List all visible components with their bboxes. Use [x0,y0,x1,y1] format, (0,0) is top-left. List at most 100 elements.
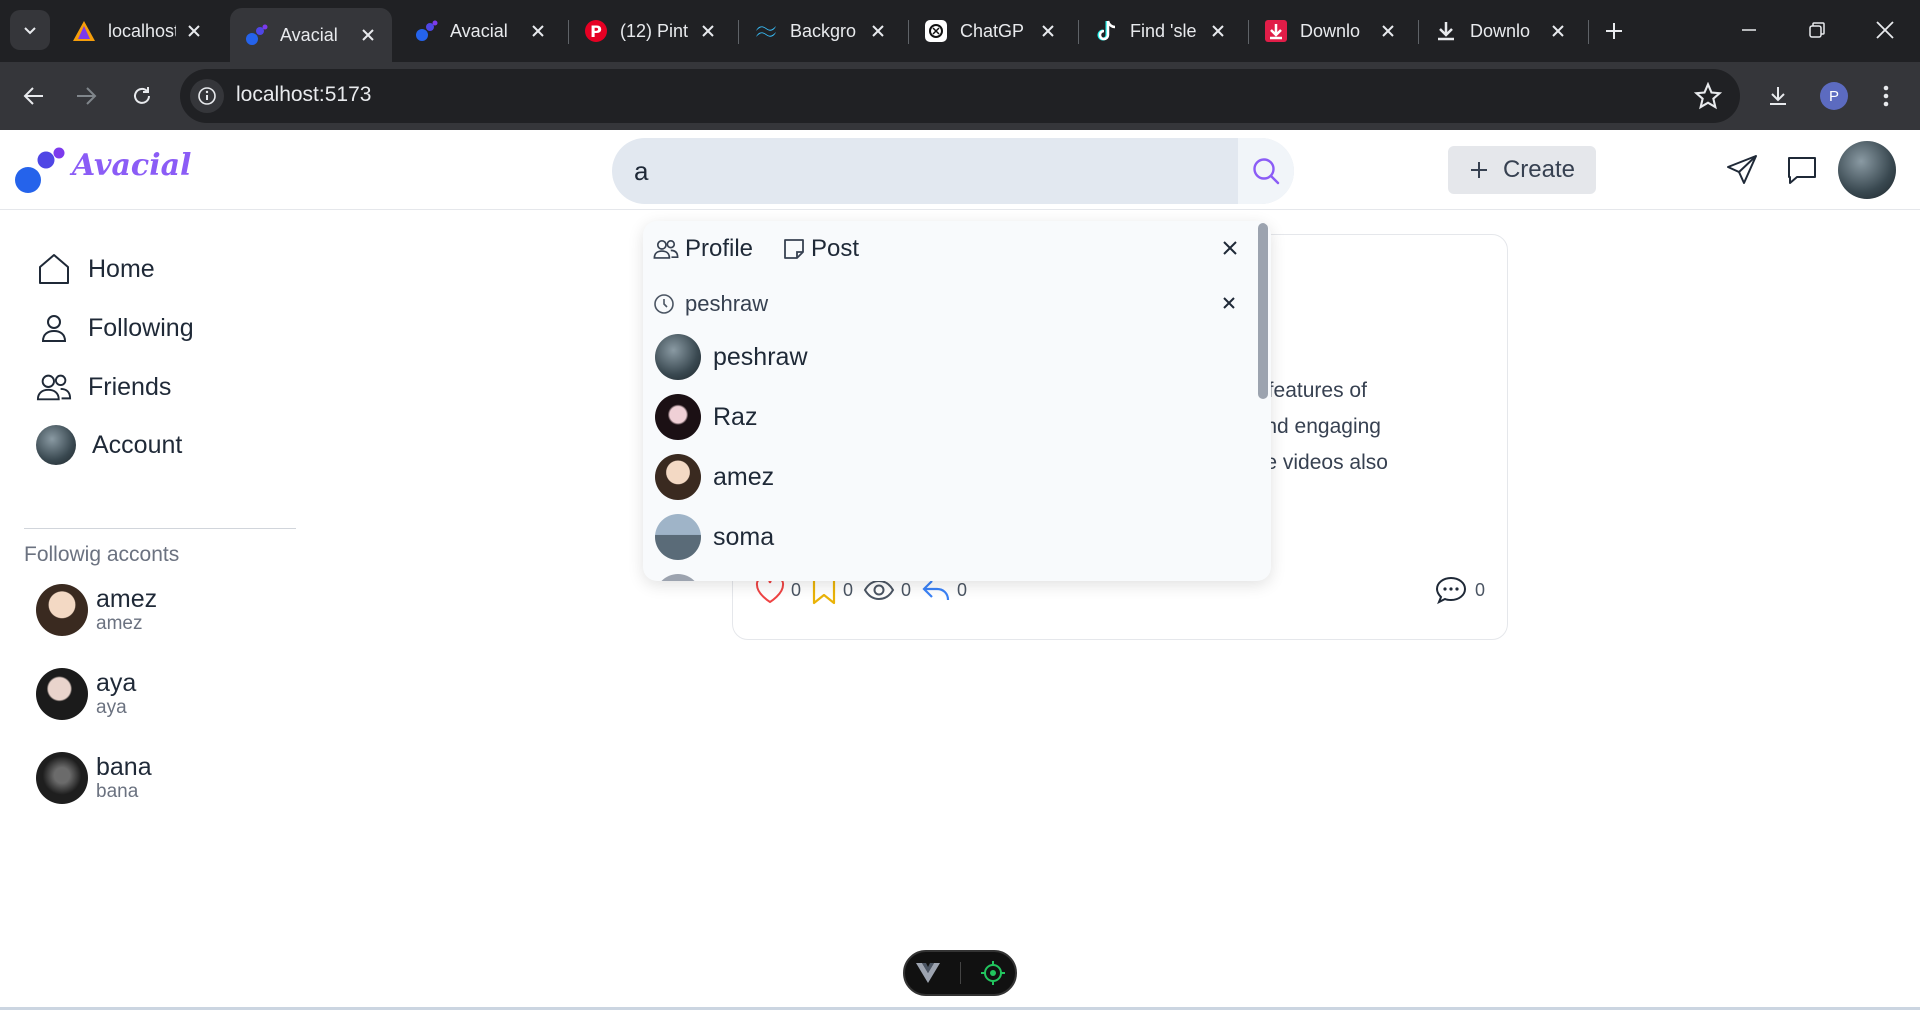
tab-search-button[interactable] [10,10,50,50]
browser-tab-6[interactable]: ChatGP [910,8,1072,54]
close-dropdown-button[interactable] [1217,235,1243,261]
vue-devtools-toggle[interactable] [903,950,1017,996]
views-indicator: 0 [863,579,911,601]
search-dropdown: Profile Post peshraw peshraw Raz amez so… [643,221,1271,581]
tiktok-icon [1094,19,1118,43]
close-window-button[interactable] [1860,10,1910,50]
new-tab-button[interactable] [1598,12,1630,50]
profile-button[interactable]: P [1814,76,1854,116]
tab-title: Find 'sle [1130,20,1197,41]
download-icon [1770,87,1786,105]
search-input[interactable] [634,146,1224,196]
search-result-item[interactable]: peshraw [655,334,808,380]
search-result-item[interactable]: amez [655,454,774,500]
site-info-icon[interactable] [190,79,224,113]
search-button[interactable] [1238,138,1294,204]
browser-tab-9[interactable]: Downlo [1420,8,1582,54]
result-name: amez [713,462,775,491]
address-bar[interactable]: localhost:5173 [180,69,1740,123]
close-icon[interactable] [698,21,718,41]
create-button[interactable]: Create [1448,146,1596,194]
tab-label: Post [811,235,860,262]
dropdown-scrollbar[interactable] [1258,223,1268,399]
browser-toolbar: localhost:5173 P [0,62,1920,130]
tab-post[interactable]: Post [783,235,859,263]
app-header: Avacial Create [0,130,1920,210]
search-result-item[interactable] [655,574,701,581]
messages-button[interactable] [1780,148,1824,192]
reload-button[interactable] [122,76,162,116]
result-name: peshraw [713,342,808,371]
minimize-button[interactable] [1724,10,1774,50]
arrow-right-icon [77,87,97,105]
close-icon[interactable] [1038,21,1058,41]
browser-tab-5[interactable]: Backgro [740,8,902,54]
recent-search-text: peshraw [685,291,769,316]
chatgpt-icon [924,19,948,43]
users-icon [36,369,72,405]
comments-button[interactable]: 0 [1435,575,1485,605]
share-button[interactable]: 0 [921,578,967,602]
send-message-button[interactable] [1720,148,1764,192]
comment-icon [1435,576,1466,605]
avacial-logo-icon [244,23,268,47]
reply-arrow-icon [922,580,950,601]
following-account-item[interactable]: bana bana [36,752,152,804]
result-name: soma [713,522,775,551]
close-icon[interactable] [1378,21,1398,41]
avacial-logo-icon[interactable] [14,146,66,196]
tab-title: Downlo [1470,20,1531,41]
recent-search-item[interactable]: peshraw [653,291,768,317]
close-icon[interactable] [1208,21,1228,41]
browser-tab-2[interactable]: Avacial [230,8,392,62]
tab-title: Backgro [790,20,857,41]
browser-tab-4[interactable]: P (12) Pint [570,8,732,54]
forward-button[interactable] [66,76,106,116]
search-result-item[interactable]: Raz [655,394,757,440]
following-account-item[interactable]: amez amez [36,584,157,636]
url-text: localhost:5173 [236,83,372,106]
close-icon[interactable] [358,25,378,45]
sidebar-item-account[interactable]: Account [36,425,182,465]
back-button[interactable] [14,76,54,116]
browser-tab-3[interactable]: Avacial [400,8,562,54]
browser-menu-button[interactable] [1866,76,1906,116]
browser-tab-bar: localhost Avacial Avacial P (12) Pint Ba… [0,0,1920,62]
brand-name[interactable]: Avacial [72,148,191,183]
tab-separator [1248,20,1249,44]
browser-tab-1[interactable]: localhost [58,8,218,54]
account-handle: aya [96,697,127,718]
tab-separator [908,20,909,44]
bookmark-star-icon[interactable] [1694,82,1722,110]
browser-tab-8[interactable]: Downlo [1250,8,1412,54]
tailwind-icon [754,19,778,43]
sidebar-item-friends[interactable]: Friends [36,369,171,405]
tab-profile[interactable]: Profile [653,235,753,263]
tab-title: localhost [108,20,176,41]
result-name: Raz [713,402,758,431]
remove-recent-button[interactable] [1217,291,1241,315]
sidebar-item-home[interactable]: Home [36,251,155,287]
chevron-down-icon [24,27,36,35]
account-handle: amez [96,613,143,634]
restore-button[interactable] [1792,10,1842,50]
close-icon[interactable] [528,21,548,41]
minimize-icon [1742,29,1756,31]
tab-separator [738,20,739,44]
following-account-item[interactable]: aya aya [36,668,136,720]
close-icon[interactable] [184,21,204,41]
search-result-item[interactable]: soma [655,514,774,560]
close-icon[interactable] [1548,21,1568,41]
avatar [655,514,701,560]
following-heading: Followig acconts [24,543,180,566]
account-name: amez [96,585,158,613]
share-count: 0 [957,579,968,600]
sidebar-item-label: Account [92,430,183,459]
sidebar-item-following[interactable]: Following [36,310,194,346]
downloads-button[interactable] [1758,76,1798,116]
avatar [655,394,701,440]
arrow-left-icon [23,87,43,105]
browser-tab-7[interactable]: Find 'sle [1080,8,1242,54]
avatar[interactable] [1838,141,1896,199]
close-icon[interactable] [868,21,888,41]
